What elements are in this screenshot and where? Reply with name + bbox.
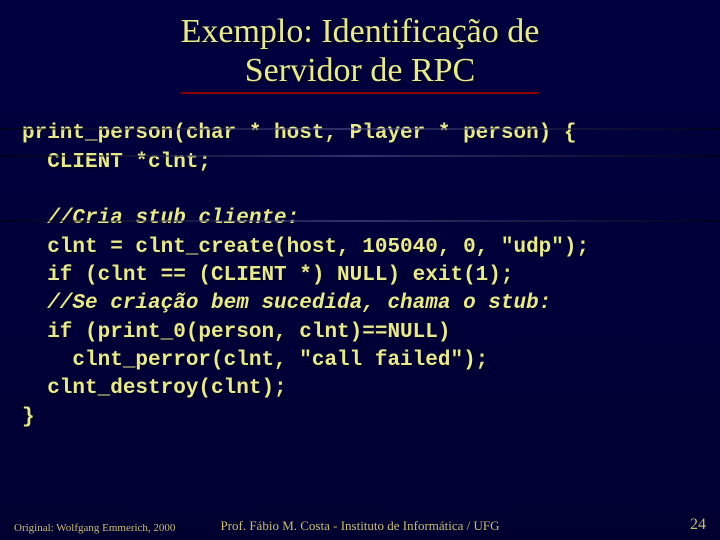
code-l7: //Se criação bem sucedida, chama o stub: bbox=[22, 292, 551, 315]
title-line1: Exemplo: Identificação de bbox=[181, 13, 540, 50]
code-l4: //Cria stub cliente: bbox=[22, 207, 299, 230]
code-l10: clnt_destroy(clnt); bbox=[22, 377, 287, 400]
title-line2: Servidor de RPC bbox=[245, 52, 475, 89]
code-l1: print_person(char * host, Player * perso… bbox=[22, 122, 577, 145]
code-block: print_person(char * host, Player * perso… bbox=[0, 114, 720, 432]
code-l6: if (clnt == (CLIENT *) NULL) exit(1); bbox=[22, 264, 513, 287]
code-l2: CLIENT *clnt; bbox=[22, 151, 211, 174]
footer: Original: Wolfgang Emmerich, 2000 Prof. … bbox=[0, 516, 720, 534]
code-l5: clnt = clnt_create(host, 105040, 0, "udp… bbox=[22, 236, 589, 259]
code-l8: if (print_0(person, clnt)==NULL) bbox=[22, 321, 450, 344]
slide-title: Exemplo: Identificação de Servidor de RP… bbox=[0, 0, 720, 114]
code-l9: clnt_perror(clnt, "call failed"); bbox=[22, 349, 488, 372]
footer-author: Prof. Fábio M. Costa - Instituto de Info… bbox=[0, 518, 720, 534]
code-l11: } bbox=[22, 406, 35, 429]
